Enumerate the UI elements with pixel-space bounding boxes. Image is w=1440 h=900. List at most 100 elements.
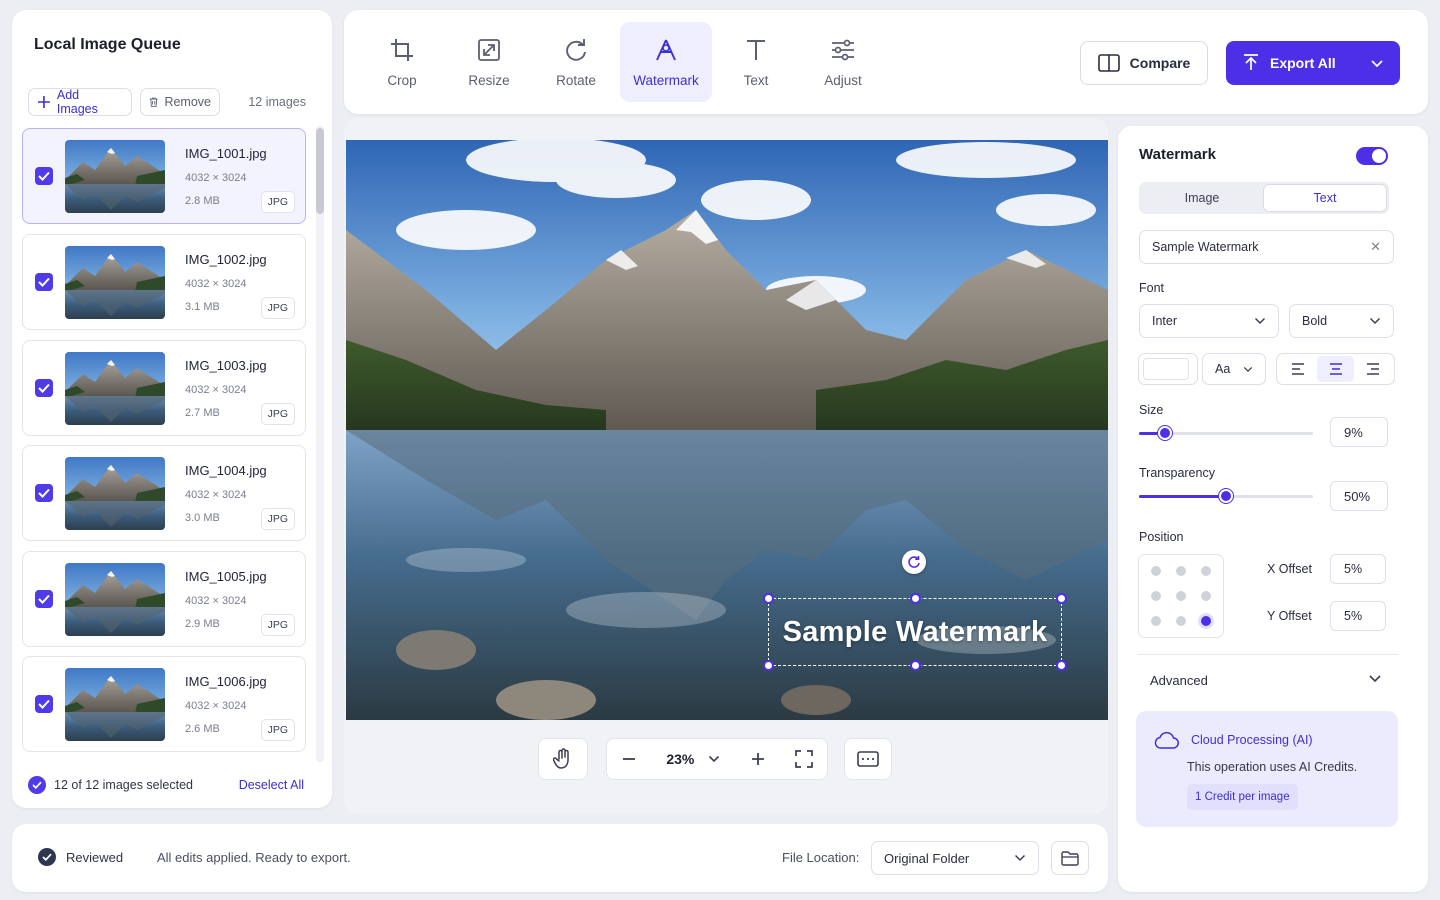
x-offset-input[interactable]: 5% [1330, 554, 1386, 584]
queue-card-4[interactable]: IMG_1004.jpg 4032 × 3024 3.0 MB JPG [22, 445, 306, 541]
position-middle-right[interactable] [1201, 590, 1212, 601]
tab-text[interactable]: Text [1263, 184, 1387, 212]
image-list: IMG_1001.jpg 4032 × 3024 2.8 MB JPG IMG_… [22, 126, 308, 762]
remove-button[interactable]: Remove [140, 88, 220, 116]
watermark-enable-toggle[interactable] [1356, 147, 1388, 165]
deselect-all-link[interactable]: Deselect All [239, 778, 304, 792]
queue-scrollbar-track[interactable] [316, 126, 324, 762]
tool-watermark[interactable]: Watermark [620, 22, 712, 102]
text-case-select[interactable]: Aa [1202, 353, 1266, 385]
size-slider[interactable] [1139, 426, 1313, 440]
watermark-text-value: Sample Watermark [1152, 240, 1259, 254]
queue-card-3[interactable]: IMG_1003.jpg 4032 × 3024 2.7 MB JPG [22, 340, 306, 436]
zoom-out-icon[interactable] [621, 751, 637, 767]
browse-folder-button[interactable] [1051, 841, 1089, 875]
size-value-input[interactable]: 9% [1330, 417, 1388, 447]
font-family-value: Inter [1152, 314, 1178, 328]
resize-handle-tl[interactable] [763, 593, 774, 604]
fit-screen-icon[interactable] [795, 750, 813, 768]
size-slider-knob[interactable] [1158, 426, 1173, 440]
file-location-select[interactable]: Original Folder [871, 841, 1039, 875]
position-top-right[interactable] [1201, 566, 1212, 577]
checkmark-icon [38, 383, 50, 393]
chevron-down-icon[interactable] [1368, 673, 1382, 683]
transparency-slider[interactable] [1139, 489, 1313, 503]
card-checkbox[interactable] [35, 484, 53, 502]
y-offset-label: Y Offset [1267, 609, 1312, 623]
advanced-section-toggle[interactable]: Advanced [1150, 673, 1208, 688]
watermark-settings-panel: Watermark Image Text Sample Watermark ✕ … [1118, 126, 1428, 892]
file-location-label: File Location: [782, 850, 860, 865]
add-images-label: Add Images [56, 88, 98, 116]
queue-scrollbar-thumb[interactable] [316, 128, 324, 214]
align-center-button[interactable] [1316, 356, 1355, 382]
export-all-button[interactable]: Export All [1226, 41, 1400, 85]
queue-card-1[interactable]: IMG_1001.jpg 4032 × 3024 2.8 MB JPG [22, 128, 306, 224]
position-top-left[interactable] [1150, 566, 1161, 577]
clear-icon[interactable]: ✕ [1370, 239, 1381, 255]
resize-handle-t[interactable] [910, 593, 921, 604]
queue-card-6[interactable]: IMG_1006.jpg 4032 × 3024 2.6 MB JPG [22, 656, 306, 752]
reviewed-label: Reviewed [66, 849, 124, 865]
add-images-button[interactable]: Add Images [28, 88, 132, 116]
chevron-down-icon[interactable] [1370, 58, 1384, 68]
card-checkbox[interactable] [35, 695, 53, 713]
trash-icon [149, 97, 158, 107]
zoom-in-icon[interactable] [750, 751, 766, 767]
edit-toolbar: Crop Resize Rotate Watermark Text Adjust… [344, 10, 1428, 114]
card-checkbox[interactable] [35, 379, 53, 397]
keyboard-icon [857, 751, 879, 767]
rotate-handle[interactable] [902, 550, 926, 574]
section-divider [1138, 654, 1398, 655]
position-center[interactable] [1175, 590, 1186, 601]
tool-rotate[interactable]: Rotate [530, 22, 622, 102]
text-alignment [1276, 353, 1395, 385]
resize-handle-bl[interactable] [763, 660, 774, 671]
checkmark-icon [38, 488, 50, 498]
position-middle-left[interactable] [1150, 590, 1161, 601]
card-checkbox[interactable] [35, 590, 53, 608]
compare-button[interactable]: Compare [1080, 41, 1208, 85]
status-message: All edits applied. Ready to export. [157, 850, 351, 865]
text-icon [747, 39, 765, 60]
file-dimensions: 4032 × 3024 [185, 172, 247, 184]
y-offset-input[interactable]: 5% [1330, 601, 1386, 631]
position-bottom-center[interactable] [1175, 615, 1186, 626]
card-checkbox[interactable] [35, 167, 53, 185]
file-name: IMG_1002.jpg [185, 252, 267, 267]
resize-icon [478, 38, 500, 61]
font-family-select[interactable]: Inter [1139, 304, 1279, 338]
position-bottom-right[interactable] [1201, 615, 1212, 626]
pan-tool-button[interactable] [538, 738, 588, 780]
status-bar: Reviewed All edits applied. Ready to exp… [12, 824, 1108, 892]
watermark-selection[interactable]: Sample Watermark [763, 593, 1067, 671]
tab-image[interactable]: Image [1141, 184, 1263, 212]
tool-label: Text [743, 72, 769, 88]
transparency-value-input[interactable]: 50% [1330, 481, 1388, 511]
resize-handle-tr[interactable] [1056, 593, 1067, 604]
tool-resize[interactable]: Resize [443, 22, 535, 102]
tool-adjust[interactable]: Adjust [797, 22, 889, 102]
align-right-button[interactable] [1354, 356, 1392, 382]
text-case-value: Aa [1215, 362, 1231, 376]
queue-card-5[interactable]: IMG_1005.jpg 4032 × 3024 2.9 MB JPG [22, 551, 306, 647]
queue-card-2[interactable]: IMG_1002.jpg 4032 × 3024 3.1 MB JPG [22, 234, 306, 330]
resize-handle-b[interactable] [910, 660, 921, 671]
watermark-text-input[interactable]: Sample Watermark ✕ [1139, 230, 1394, 264]
align-left-button[interactable] [1279, 356, 1317, 382]
tool-crop[interactable]: Crop [356, 22, 448, 102]
transparency-slider-knob[interactable] [1219, 489, 1233, 503]
card-checkbox[interactable] [35, 273, 53, 291]
font-weight-select[interactable]: Bold [1289, 304, 1394, 338]
tool-text[interactable]: Text [710, 22, 802, 102]
preview-image[interactable]: Sample Watermark [346, 140, 1108, 720]
resize-handle-br[interactable] [1056, 660, 1067, 671]
toggle-filmstrip-button[interactable] [844, 738, 892, 780]
file-type-badge: JPG [260, 614, 295, 636]
image-queue-panel: Local Image Queue Add Images Remove 12 i… [12, 10, 332, 808]
text-color-picker[interactable] [1138, 353, 1198, 385]
position-top-center[interactable] [1175, 566, 1186, 577]
checkmark-icon [38, 171, 50, 181]
zoom-select[interactable]: 23% [666, 751, 720, 767]
position-bottom-left[interactable] [1150, 615, 1161, 626]
